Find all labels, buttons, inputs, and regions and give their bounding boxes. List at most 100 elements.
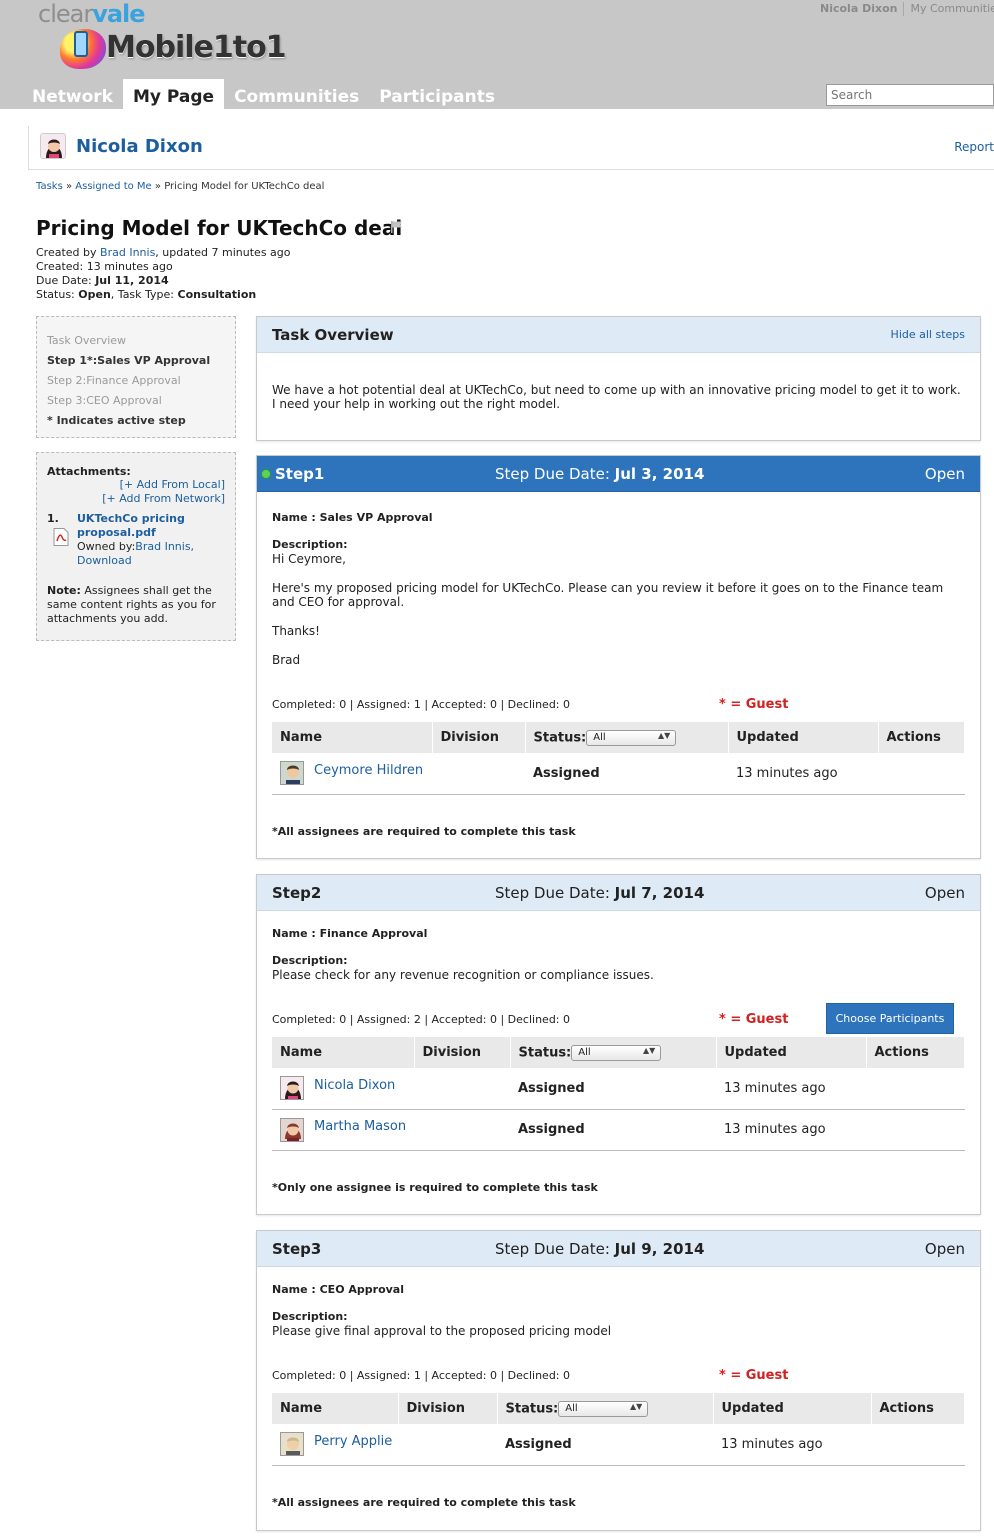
step-name: Name : Sales VP Approval (272, 511, 433, 524)
search-input[interactable] (826, 84, 994, 106)
breadcrumb-assigned-to-me[interactable]: Assigned to Me (75, 181, 151, 192)
step-header[interactable]: Step2 Step Due Date: Jul 7, 2014 Open (257, 875, 980, 911)
choose-participants-button[interactable]: Choose Participants (826, 1003, 954, 1034)
col-updated[interactable]: Updated (713, 1393, 872, 1424)
col-actions: Actions (878, 722, 965, 753)
step-panel: Step3 Step Due Date: Jul 9, 2014 Open Na… (256, 1230, 981, 1531)
task-overview-text: We have a hot potential deal at UKTechCo… (272, 383, 961, 411)
avatar[interactable] (40, 133, 66, 159)
steps-nav-overview[interactable]: Task Overview (47, 331, 225, 351)
step-name: Name : Finance Approval (272, 927, 428, 940)
assignee-updated: 13 minutes ago (716, 1109, 866, 1151)
step-panel: Step2 Step Due Date: Jul 7, 2014 Open Na… (256, 874, 981, 1215)
avatar[interactable] (280, 1432, 304, 1457)
active-step-icon (261, 469, 271, 479)
col-name[interactable]: Name (272, 722, 433, 753)
main-nav: Network My Page Communities Participants (22, 79, 505, 109)
attachment-download-link[interactable]: Download (77, 554, 132, 567)
table-row: Perry Applie Assigned 13 minutes ago (272, 1424, 965, 1466)
step-counts: Completed: 0 | Assigned: 1 | Accepted: 0… (272, 1369, 571, 1382)
assignee-table: Name Division Status: All ▲▼ Updated Actio… (272, 1393, 965, 1466)
assignee-table: Name Division Status: All ▲▼ Updated Actio… (272, 1037, 965, 1151)
status-filter-select[interactable]: All ▲▼ (571, 1044, 662, 1061)
requirement-note: *Only one assignee is required to comple… (272, 1181, 598, 1194)
add-from-local-link[interactable]: [+ Add From Local] (47, 478, 225, 492)
creator-link[interactable]: Brad Innis (100, 246, 155, 259)
step-state: Open (924, 1240, 965, 1258)
col-division[interactable]: Division (398, 1393, 498, 1424)
col-name[interactable]: Name (272, 1393, 399, 1424)
tab-communities[interactable]: Communities (224, 79, 369, 109)
col-name[interactable]: Name (272, 1037, 415, 1068)
assignee-status: Assigned (525, 753, 728, 795)
attachment-owner-link[interactable]: Brad Innis, (135, 540, 194, 553)
step-header[interactable]: Step1 Step Due Date: Jul 3, 2014 Open (257, 456, 980, 492)
my-communities-link[interactable]: My Communities (910, 2, 994, 15)
status-value: Open (78, 288, 111, 301)
step-title: Step2 (272, 884, 322, 902)
step-due-date: Step Due Date: Jul 7, 2014 (495, 884, 705, 902)
attachment-file-link[interactable]: UKTechCo pricing proposal.pdf (77, 512, 225, 540)
assignee-status: Assigned (510, 1068, 716, 1110)
status-filter-select[interactable]: All ▲▼ (586, 729, 677, 746)
step-description: Description: Please give final approval … (272, 1310, 612, 1338)
col-updated[interactable]: Updated (716, 1037, 867, 1068)
steps-nav-step3[interactable]: Step 3:CEO Approval (47, 391, 225, 411)
table-row: Ceymore Hildren Assigned 13 minutes ago (272, 753, 965, 795)
attachments-panel: Attachments: [+ Add From Local] [+ Add F… (36, 452, 236, 641)
hide-all-steps-link[interactable]: Hide all steps (891, 328, 965, 341)
clearvale-logo[interactable]: clearvale (38, 0, 146, 28)
col-status: Status: All ▲▼ (525, 722, 729, 753)
attachments-note: Note: Assignees shall get the same conte… (47, 584, 216, 625)
assignee-link[interactable]: Nicola Dixon (314, 1078, 395, 1093)
steps-nav-step1[interactable]: Step 1*:Sales VP Approval (47, 351, 225, 371)
step-state: Open (924, 465, 965, 483)
profile-bar: Nicola Dixon Report (28, 126, 994, 170)
step-title: Step1 (275, 465, 325, 483)
attachment-item: 1. UKTechCo pricing proposal.pdf Owned by… (47, 512, 225, 568)
breadcrumb-current: Pricing Model for UKTechCo deal (164, 181, 325, 192)
attachments-title: Attachments: (47, 465, 131, 478)
step-name: Name : CEO Approval (272, 1283, 404, 1296)
active-step-legend: * Indicates active step (47, 414, 186, 427)
col-actions: Actions (871, 1393, 965, 1424)
assignee-status: Assigned (510, 1109, 716, 1151)
task-overview-header: Task Overview Hide all steps (257, 317, 980, 353)
step-title: Step3 (272, 1240, 322, 1258)
profile-name[interactable]: Nicola Dixon (76, 136, 203, 157)
col-updated[interactable]: Updated (728, 722, 879, 753)
step-header[interactable]: Step3 Step Due Date: Jul 9, 2014 Open (257, 1231, 980, 1267)
step-panel: Step1 Step Due Date: Jul 3, 2014 Open Na… (256, 455, 981, 859)
tab-participants[interactable]: Participants (369, 79, 505, 109)
top-user-link[interactable]: Nicola Dixon (820, 2, 897, 15)
due-date: Jul 11, 2014 (95, 274, 169, 287)
guest-legend: * = Guest (719, 1012, 789, 1027)
add-from-network-link[interactable]: [+ Add From Network] (47, 492, 225, 506)
tab-my-page[interactable]: My Page (122, 79, 225, 109)
assignee-status: Assigned (497, 1424, 713, 1466)
steps-nav-step2[interactable]: Step 2:Finance Approval (47, 371, 225, 391)
step-due-date: Step Due Date: Jul 3, 2014 (495, 465, 705, 483)
flag-icon[interactable] (390, 220, 404, 234)
steps-nav: Task Overview Step 1*:Sales VP Approval … (36, 316, 236, 438)
assignee-link[interactable]: Martha Mason (314, 1119, 406, 1134)
avatar[interactable] (280, 1076, 304, 1101)
breadcrumb-tasks[interactable]: Tasks (36, 181, 63, 192)
status-filter-select[interactable]: All ▲▼ (558, 1400, 649, 1417)
avatar[interactable] (280, 761, 304, 786)
col-division[interactable]: Division (432, 722, 526, 753)
guest-legend: * = Guest (719, 1368, 789, 1383)
task-overview-title: Task Overview (272, 326, 394, 344)
step-due-date: Step Due Date: Jul 9, 2014 (495, 1240, 705, 1258)
assignee-link[interactable]: Perry Applie (314, 1434, 392, 1449)
step-description: Description: Hi Ceymore, Here's my propo… (272, 538, 944, 667)
assignee-updated: 13 minutes ago (713, 1424, 871, 1466)
report-link[interactable]: Report (954, 140, 994, 154)
assignee-link[interactable]: Ceymore Hildren (314, 763, 423, 778)
col-division[interactable]: Division (414, 1037, 511, 1068)
tab-network[interactable]: Network (22, 79, 123, 109)
avatar[interactable] (280, 1117, 304, 1142)
requirement-note: *All assignees are required to complete … (272, 825, 576, 838)
community-name[interactable]: Mobile1to1 (106, 30, 287, 65)
step-description: Description: Please check for any revenu… (272, 954, 654, 982)
